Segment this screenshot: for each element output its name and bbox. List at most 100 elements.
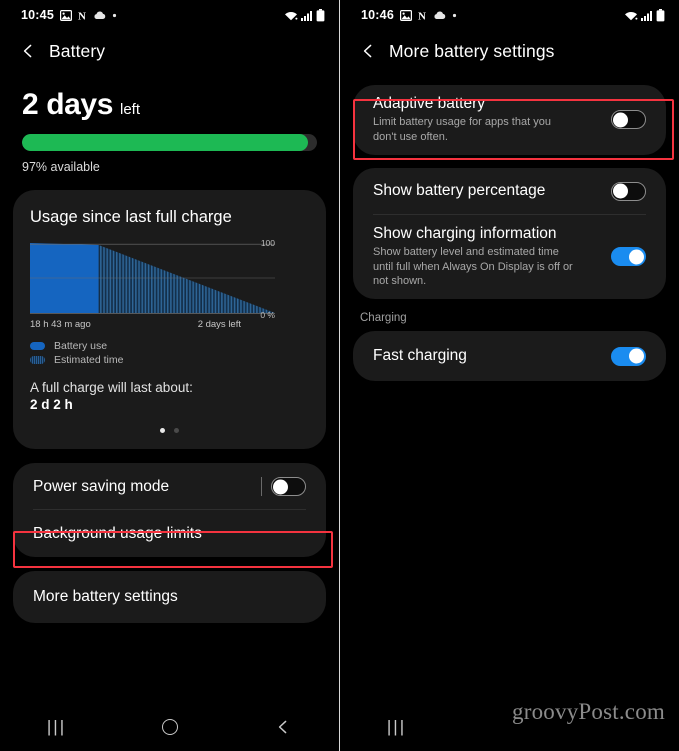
row-power-saving-mode[interactable]: Power saving mode <box>13 463 326 510</box>
more-battery-settings-card[interactable]: More battery settings <box>13 571 326 623</box>
battery-level-fill <box>22 134 309 151</box>
image-icon <box>59 9 72 21</box>
page-dot-1[interactable] <box>160 428 165 433</box>
toggle-knob <box>273 479 288 494</box>
wifi-icon <box>624 10 638 21</box>
legend-label: Battery use <box>54 340 108 352</box>
fast-charging-card: Fast charging <box>353 331 666 382</box>
wifi-icon <box>284 10 298 21</box>
dot-icon <box>112 13 117 18</box>
usage-card: Usage since last full charge 100 0 % 18 … <box>13 190 326 449</box>
svg-text:N: N <box>78 10 86 21</box>
toggle-knob <box>613 112 628 128</box>
usage-chart: 100 0 % 18 h 43 m ago 2 days left <box>30 238 309 330</box>
right-phone-screen: 10:46 N More battery settings Adaptive b… <box>339 0 679 751</box>
recents-icon: ||| <box>46 717 67 736</box>
row-sublabel: Limit battery usage for apps that you do… <box>373 116 551 143</box>
page-title: More battery settings <box>389 40 555 61</box>
signal-icon <box>641 10 653 21</box>
watermark: groovyPost.com <box>512 699 665 724</box>
full-charge-label: A full charge will last about: <box>30 380 193 395</box>
row-label: Power saving mode <box>33 477 170 495</box>
row-fast-charging[interactable]: Fast charging <box>353 331 666 381</box>
row-label: Background usage limits <box>33 524 202 542</box>
toggle-knob <box>629 249 644 265</box>
usage-card-title: Usage since last full charge <box>30 208 232 226</box>
battery-days-remaining: 2 days <box>22 88 113 121</box>
chart-xlabel-left: 18 h 43 m ago <box>30 319 91 330</box>
toggle-knob <box>629 348 644 364</box>
battery-icon <box>656 8 665 22</box>
recents-icon: ||| <box>386 717 407 736</box>
adaptive-battery-toggle[interactable] <box>611 110 646 130</box>
cloud-icon <box>433 11 446 20</box>
nfc-icon: N <box>78 10 87 21</box>
row-more-battery-settings[interactable]: More battery settings <box>13 571 326 623</box>
nav-recents-button[interactable]: ||| <box>367 717 427 737</box>
signal-icon <box>301 10 313 21</box>
app-bar-right: More battery settings <box>340 30 679 72</box>
chart-legend: Battery use Estimated time <box>30 340 309 366</box>
adaptive-battery-card: Adaptive battery Limit battery usage for… <box>353 85 666 155</box>
cloud-icon <box>93 11 106 20</box>
left-phone-screen: 10:45 N Battery 2 days left 97% availabl… <box>0 0 339 751</box>
full-charge-estimate: A full charge will last about: 2 d 2 h <box>30 380 309 412</box>
display-settings-card: Show battery percentage Show charging in… <box>353 167 666 300</box>
row-adaptive-battery[interactable]: Adaptive battery Limit battery usage for… <box>353 85 666 155</box>
row-label: Show battery percentage <box>373 182 546 200</box>
row-show-battery-percentage[interactable]: Show battery percentage <box>353 168 666 215</box>
app-bar-left: Battery <box>0 30 339 72</box>
nav-back-button[interactable] <box>253 719 313 735</box>
chart-xlabel-right: 2 days left <box>197 319 241 330</box>
battery-summary: 2 days left 97% available <box>0 72 339 174</box>
legend-swatch-solid-icon <box>30 342 45 350</box>
show-charging-info-text: Show charging information Show battery l… <box>373 215 575 300</box>
dual-screenshot: 10:45 N Battery 2 days left 97% availabl… <box>0 0 679 751</box>
nav-recents-button[interactable]: ||| <box>27 717 87 737</box>
full-charge-value: 2 d 2 h <box>30 397 73 412</box>
battery-level-bar <box>22 134 317 151</box>
carousel-page-dots[interactable] <box>30 428 309 437</box>
back-chevron-icon[interactable] <box>20 43 36 59</box>
row-sublabel: Show battery level and estimated time un… <box>373 245 573 288</box>
battery-icon <box>316 8 325 22</box>
legend-swatch-hatch-icon <box>30 356 45 364</box>
show-battery-percentage-toggle[interactable] <box>611 181 646 201</box>
status-time: 10:46 <box>361 8 394 22</box>
chart-axis-top-label: 100 <box>260 238 275 248</box>
row-label: Fast charging <box>373 347 467 365</box>
nav-home-button[interactable] <box>140 719 200 735</box>
battery-left-suffix: left <box>120 101 141 118</box>
status-time: 10:45 <box>21 8 54 22</box>
power-saving-toggle-group[interactable] <box>261 477 306 496</box>
power-saving-mode-toggle[interactable] <box>271 477 306 496</box>
row-label: Adaptive battery <box>373 95 486 112</box>
usage-chart-svg <box>30 243 275 314</box>
page-title: Battery <box>49 40 106 61</box>
back-chevron-icon <box>278 720 286 734</box>
back-chevron-icon[interactable] <box>360 43 376 59</box>
status-bar-right: 10:46 N <box>340 0 679 30</box>
row-background-usage-limits[interactable]: Background usage limits <box>13 510 326 557</box>
svg-text:N: N <box>418 10 426 21</box>
nav-bar-left: ||| <box>0 703 339 751</box>
toggle-divider <box>261 477 262 496</box>
adaptive-battery-text: Adaptive battery Limit battery usage for… <box>373 85 575 155</box>
image-icon <box>399 9 412 21</box>
status-bar-left: 10:45 N <box>0 0 339 30</box>
toggle-knob <box>613 183 628 199</box>
row-label: More battery settings <box>33 588 178 605</box>
fast-charging-toggle[interactable] <box>611 346 646 366</box>
legend-label: Estimated time <box>54 354 124 366</box>
section-header-charging: Charging <box>360 312 407 325</box>
legend-item-battery-use: Battery use <box>30 340 309 352</box>
legend-item-estimated-time: Estimated time <box>30 354 309 366</box>
page-dot-2[interactable] <box>174 428 179 433</box>
dot-icon <box>452 13 457 18</box>
row-show-charging-information[interactable]: Show charging information Show battery l… <box>353 215 666 300</box>
chart-axis-bottom-label: 0 % <box>260 310 275 320</box>
battery-available-text: 97% available <box>22 160 100 174</box>
show-charging-information-toggle[interactable] <box>611 247 646 267</box>
battery-settings-list: Power saving mode Background usage limit… <box>13 463 326 557</box>
home-icon <box>161 719 178 735</box>
